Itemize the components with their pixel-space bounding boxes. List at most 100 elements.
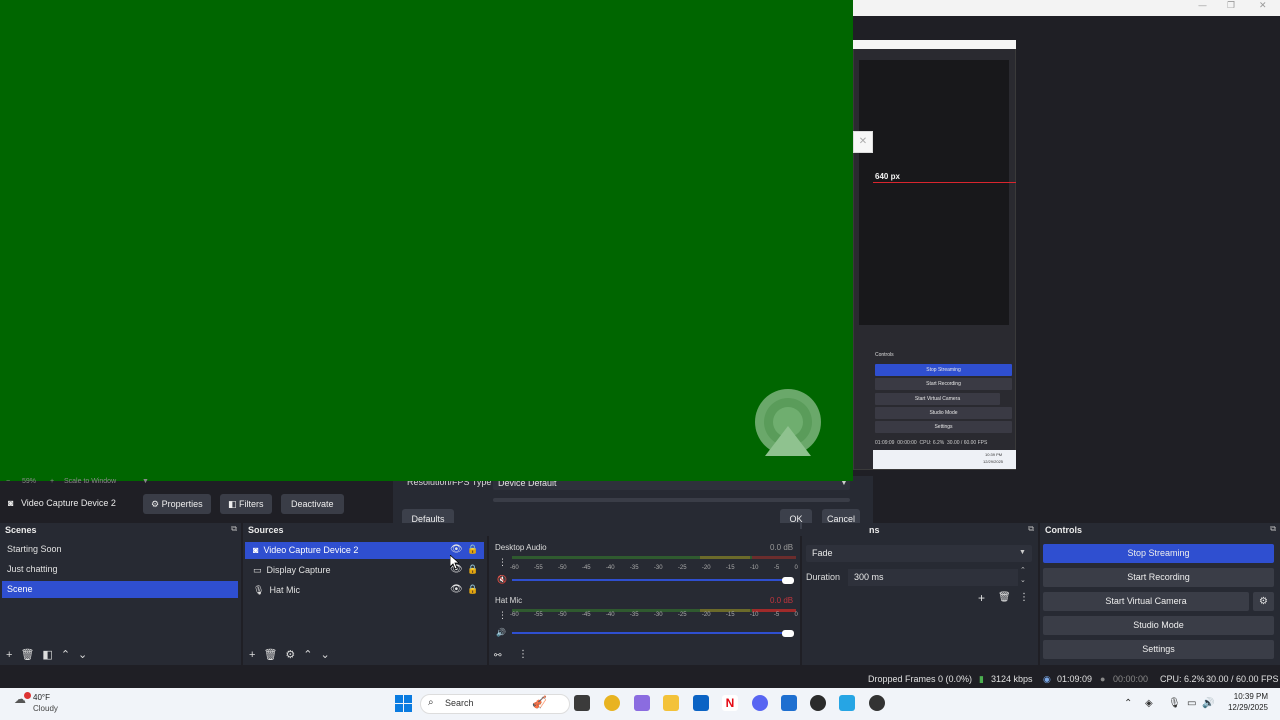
up-icon[interactable]: ⌃ — [303, 649, 312, 661]
scale-strip[interactable]: − 59% + Scale to Window ▼ — [0, 478, 160, 486]
studio-mode-button[interactable]: Studio Mode — [1043, 616, 1274, 635]
chevron-down-icon[interactable]: ▼ — [142, 478, 149, 485]
transition-select[interactable]: Fade — [806, 545, 1032, 562]
dialog-scrollbar[interactable] — [493, 498, 850, 502]
link-icon[interactable]: ⚯ — [494, 650, 502, 661]
menu-dots-icon[interactable]: ⋮ — [518, 649, 528, 660]
scale-mode[interactable]: Scale to Window — [64, 478, 116, 485]
taskbar-search[interactable] — [420, 694, 570, 714]
minimize-icon[interactable]: — — [1198, 1, 1207, 11]
zoom-out-icon[interactable]: − — [6, 478, 10, 485]
duration-input[interactable]: 300 ms — [848, 569, 1018, 586]
lock-icon[interactable]: 🔒 — [467, 584, 478, 595]
tick: 0 — [794, 612, 798, 618]
date[interactable]: 12/29/2025 — [1218, 703, 1268, 712]
source-item[interactable]: 🎙 Hat Mic — [245, 582, 484, 599]
obs-icon[interactable] — [869, 695, 885, 711]
tick: -55 — [533, 612, 543, 618]
file-explorer-icon[interactable] — [663, 695, 679, 711]
add-icon[interactable]: + — [6, 649, 12, 661]
obs-icon[interactable] — [810, 695, 826, 711]
scene-item-selected[interactable]: Scene — [2, 581, 238, 598]
undock-icon[interactable]: ⧉ — [231, 524, 237, 534]
properties-button[interactable]: ⚙ Properties — [143, 494, 211, 514]
properties-label: Properties — [161, 499, 203, 509]
mic-icon[interactable]: 🎙 — [1168, 698, 1181, 709]
add-icon[interactable]: + — [249, 649, 255, 661]
scene-item[interactable]: Just chatting — [2, 561, 238, 578]
speaker-icon[interactable]: 🔊 — [496, 628, 506, 637]
trash-icon[interactable]: 🗑 — [998, 592, 1011, 603]
deactivate-button[interactable]: Deactivate — [281, 494, 344, 514]
copilot-icon[interactable] — [634, 695, 650, 711]
tick: -30 — [653, 612, 663, 618]
up-icon[interactable]: ⌃ — [61, 649, 70, 661]
stepper-down-icon[interactable]: ⌄ — [1020, 576, 1026, 584]
down-icon[interactable]: ⌄ — [321, 649, 330, 661]
menu-dots-icon[interactable]: ⋮ — [498, 610, 507, 621]
gear-icon[interactable]: ⚙ — [1253, 592, 1274, 611]
clock[interactable]: 10:39 PM — [1218, 692, 1268, 701]
menu-dots-icon[interactable]: ⋮ — [1019, 592, 1029, 603]
selected-source: ◙ Video Capture Device 2 — [8, 498, 116, 508]
filter-icon[interactable]: ◧ — [42, 649, 52, 661]
restore-icon[interactable]: ❐ — [1227, 1, 1235, 11]
display-icon[interactable]: ▭ — [1187, 698, 1196, 709]
outlook-icon[interactable] — [693, 695, 709, 711]
network-icon[interactable]: ◈ — [1145, 698, 1153, 709]
filter-icon: ◧ — [228, 499, 237, 509]
volume-slider-knob[interactable] — [782, 577, 794, 584]
tick: -40 — [605, 612, 615, 618]
lock-icon[interactable]: 🔒 — [467, 564, 478, 575]
add-icon[interactable]: + — [978, 591, 985, 605]
nested-stop-streaming-button: Stop Streaming — [875, 364, 1012, 376]
signal-icon: ▮ — [979, 674, 984, 684]
trash-icon[interactable]: 🗑 — [20, 649, 34, 661]
volume-slider[interactable] — [512, 632, 792, 634]
chevron-down-icon[interactable]: ▼ — [1019, 549, 1026, 556]
nested-fps: 30.00 / 60.00 FPS — [947, 440, 988, 446]
video-preview — [0, 0, 853, 481]
windows-start-icon[interactable] — [395, 695, 412, 712]
tick: -15 — [725, 565, 735, 571]
task-view-icon[interactable] — [574, 695, 590, 711]
zoom-level: 59% — [22, 478, 37, 485]
down-icon[interactable]: ⌄ — [78, 649, 87, 661]
sources-title: Sources — [248, 525, 284, 535]
filters-button[interactable]: ◧ Filters — [220, 494, 272, 514]
undock-icon[interactable]: ⧉ — [1270, 524, 1276, 534]
scene-item[interactable]: Starting Soon — [2, 541, 238, 558]
volume-slider[interactable] — [512, 579, 792, 581]
eye-icon[interactable]: 👁 — [450, 584, 463, 595]
stepper-up-icon[interactable]: ⌃ — [1020, 566, 1026, 574]
source-item[interactable]: ▭ Display Capture — [245, 562, 484, 579]
zoom-in-icon[interactable]: + — [50, 478, 54, 485]
muted-speaker-icon[interactable]: 🔇 — [497, 575, 507, 584]
gear-icon[interactable]: ⚙ — [285, 649, 295, 661]
netflix-icon[interactable]: N — [722, 695, 738, 711]
undock-icon[interactable]: ⧉ — [1028, 524, 1034, 534]
start-virtual-camera-button[interactable]: Start Virtual Camera — [1043, 592, 1249, 611]
bitrate: 3124 kbps — [991, 674, 1033, 684]
volume-icon[interactable]: 🔊 — [1202, 698, 1214, 709]
discord-icon[interactable] — [752, 695, 768, 711]
start-recording-button[interactable]: Start Recording — [1043, 568, 1274, 587]
tray-chevron-icon[interactable]: ⌃ — [1124, 698, 1132, 709]
chrome-icon[interactable] — [604, 695, 620, 711]
volume-slider-knob[interactable] — [782, 630, 794, 637]
menu-dots-icon[interactable]: ⋮ — [498, 557, 507, 568]
cast-icon — [755, 389, 821, 456]
lock-icon[interactable]: 🔒 — [467, 544, 478, 555]
nested-stream-time: 01:09:09 — [875, 440, 895, 446]
app-icon[interactable] — [839, 695, 855, 711]
nested-studio-mode-button: Studio Mode — [875, 407, 1012, 419]
trash-icon[interactable]: 🗑 — [263, 649, 277, 661]
nested-close-icon[interactable]: ✕ — [853, 131, 873, 153]
close-icon[interactable]: ✕ — [1259, 1, 1267, 11]
eye-icon[interactable]: 👁 — [450, 544, 463, 555]
app-icon[interactable] — [781, 695, 797, 711]
search-label: Search — [445, 698, 474, 708]
stop-streaming-button[interactable]: Stop Streaming — [1043, 544, 1274, 563]
source-item-selected[interactable]: ◙ Video Capture Device 2 — [245, 542, 484, 559]
settings-button[interactable]: Settings — [1043, 640, 1274, 659]
